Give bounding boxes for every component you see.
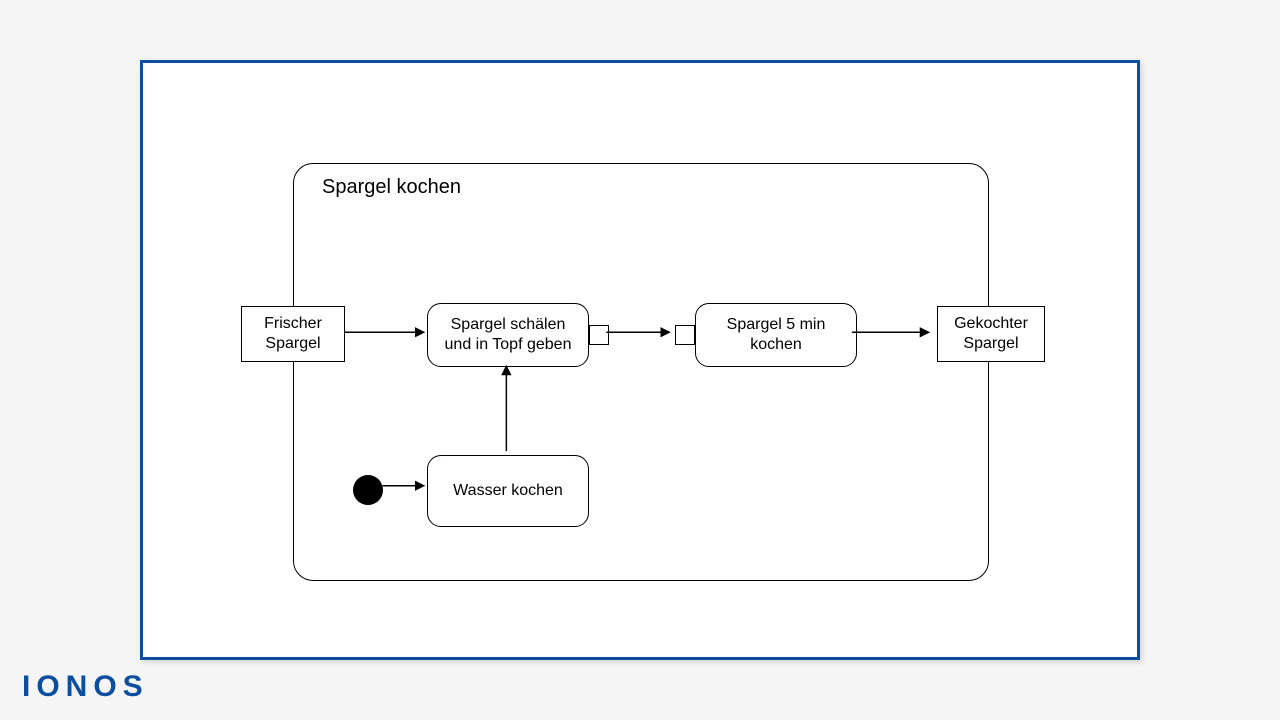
diagram-canvas: Spargel kochen Frischer Spargel Spargel … xyxy=(143,63,1137,657)
node-output-gekochter-spargel: Gekochter Spargel xyxy=(937,306,1045,362)
initial-node xyxy=(353,475,383,505)
node-action-spargel-5min-kochen: Spargel 5 min kochen xyxy=(695,303,857,367)
node-action-spargel-schaelen: Spargel schälen und in Topf geben xyxy=(427,303,589,367)
node-action-wasser-kochen: Wasser kochen xyxy=(427,455,589,527)
pin-out-schaelen xyxy=(589,325,609,345)
activity-title: Spargel kochen xyxy=(322,176,461,199)
ionos-logo: IONOS xyxy=(22,670,149,704)
pin-in-kochen xyxy=(675,325,695,345)
activity-container: Spargel kochen xyxy=(293,163,989,581)
node-input-frischer-spargel: Frischer Spargel xyxy=(241,306,345,362)
diagram-frame: Spargel kochen Frischer Spargel Spargel … xyxy=(140,60,1140,660)
